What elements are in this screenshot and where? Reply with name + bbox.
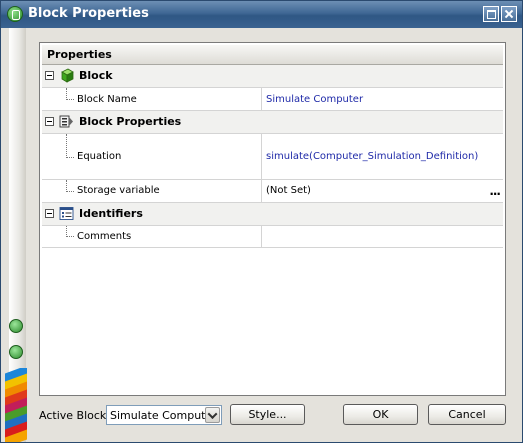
property-name: Storage variable — [77, 185, 160, 196]
app-icon — [7, 6, 23, 22]
app-logo-icon — [9, 345, 23, 359]
identifiers-icon — [59, 207, 74, 220]
category-label: Block Properties — [79, 115, 182, 128]
category-label: Block — [79, 69, 113, 82]
property-name: Comments — [77, 231, 132, 242]
active-block-value: Simulate Computer — [110, 409, 217, 422]
close-icon[interactable] — [501, 6, 517, 22]
grid-header-label: Properties — [47, 48, 112, 61]
maximize-icon[interactable] — [483, 6, 499, 22]
tree-line — [66, 191, 74, 192]
decorative-stripes — [5, 368, 27, 442]
property-grid: Properties Block Block Name Simulate Com… — [39, 42, 506, 396]
category-label: Identifiers — [79, 207, 143, 220]
property-value[interactable]: (Not Set) — [266, 185, 311, 196]
category-block-properties[interactable]: Block Properties — [42, 111, 503, 134]
tree-line — [66, 99, 74, 100]
cancel-button[interactable]: Cancel — [428, 404, 506, 425]
tree-line — [66, 134, 67, 158]
category-block[interactable]: Block — [42, 65, 503, 88]
block-properties-icon — [59, 115, 73, 128]
property-name: Equation — [77, 151, 122, 162]
column-divider — [261, 180, 262, 202]
property-row-storage-variable[interactable]: Storage variable (Not Set) ... — [42, 180, 503, 203]
dialog-window: Block Properties Properties Block Block … — [0, 0, 523, 443]
style-button[interactable]: Style... — [230, 404, 305, 425]
property-value[interactable]: simulate(Computer_Simulation_Definition) — [266, 151, 478, 162]
tree-line — [66, 157, 74, 158]
active-block-select[interactable]: Simulate Computer — [106, 405, 222, 425]
grid-header: Properties — [42, 45, 503, 65]
property-row-comments[interactable]: Comments — [42, 226, 503, 248]
tree-line — [66, 236, 74, 237]
sidebar — [1, 28, 27, 442]
active-block-label: Active Block — [39, 409, 107, 422]
ok-button[interactable]: OK — [343, 404, 418, 425]
category-identifiers[interactable]: Identifiers — [42, 203, 503, 226]
property-row-equation[interactable]: Equation simulate(Computer_Simulation_De… — [42, 134, 503, 180]
window-title: Block Properties — [28, 6, 149, 21]
column-divider — [261, 88, 262, 110]
property-name: Block Name — [77, 94, 137, 105]
property-value[interactable]: Simulate Computer — [266, 94, 363, 105]
green-cube-icon — [61, 68, 74, 83]
ellipsis-button[interactable]: ... — [489, 184, 501, 198]
collapse-icon[interactable] — [45, 71, 54, 80]
chevron-down-icon[interactable] — [205, 407, 220, 423]
column-divider — [261, 134, 262, 179]
property-row-block-name[interactable]: Block Name Simulate Computer — [42, 88, 503, 111]
column-divider — [261, 226, 262, 247]
collapse-icon[interactable] — [45, 209, 54, 218]
collapse-icon[interactable] — [45, 117, 54, 126]
reliasoft-icon — [9, 319, 23, 333]
title-bar[interactable]: Block Properties — [1, 1, 522, 28]
